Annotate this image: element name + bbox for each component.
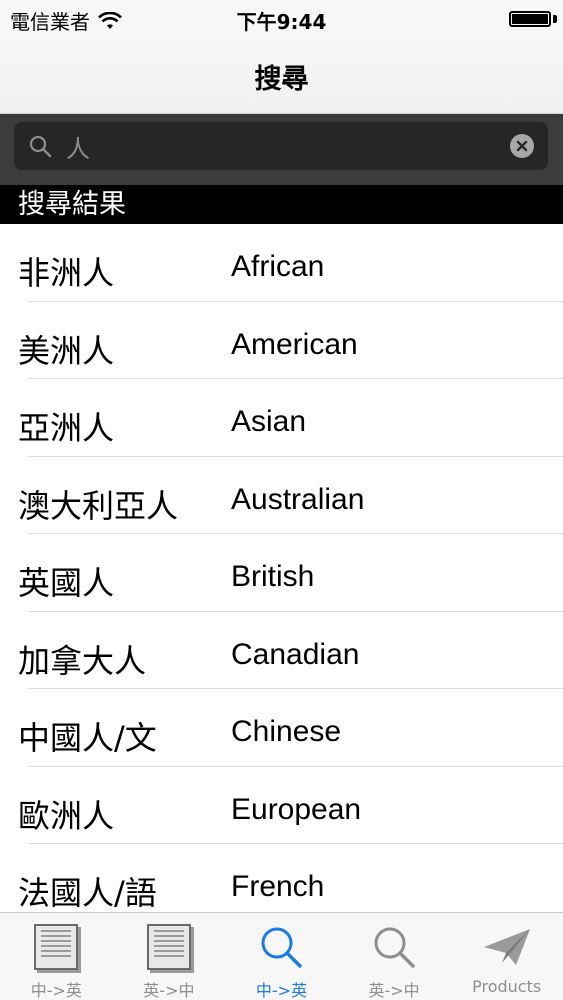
row-english: French xyxy=(231,870,325,903)
tab-label: 中->英 xyxy=(255,981,308,1000)
search-field[interactable] xyxy=(14,122,548,170)
tab-products[interactable]: Products xyxy=(450,913,563,1000)
row-english: Canadian xyxy=(231,637,360,671)
status-bar: 電信業者 下午9:44 xyxy=(0,0,563,40)
tab-label: Products xyxy=(472,977,542,996)
table-row[interactable]: 澳大利亞人 Australian xyxy=(0,457,563,535)
row-english: Asian xyxy=(231,405,307,438)
status-time: 下午9:44 xyxy=(236,10,327,34)
tab-en-zh-search[interactable]: 英->中 xyxy=(338,913,451,1000)
close-icon xyxy=(516,140,528,152)
search-icon xyxy=(29,135,52,158)
row-english: American xyxy=(231,327,358,361)
table-row[interactable]: 非洲人 African xyxy=(0,224,563,302)
table-row[interactable]: 亞洲人 Asian xyxy=(0,379,563,457)
table-row[interactable]: 中國人/文 Chinese xyxy=(0,689,563,767)
section-header: 搜尋結果 xyxy=(0,185,563,224)
results-list: 非洲人 African 美洲人 American 亞洲人 Asian 澳大利亞人… xyxy=(0,224,563,912)
navigation-bar: 搜尋 xyxy=(0,40,563,114)
search-icon xyxy=(255,923,307,971)
row-english: Australian xyxy=(231,482,365,516)
search-bar xyxy=(0,114,563,185)
row-english: British xyxy=(231,560,315,593)
tab-label: 中->英 xyxy=(30,981,82,1000)
tab-zh-en-search[interactable]: 中->英 xyxy=(225,913,338,1000)
tab-label: 英->中 xyxy=(143,981,195,1000)
book-icon xyxy=(143,923,195,971)
row-english: European xyxy=(231,792,362,826)
search-icon xyxy=(368,923,420,971)
table-row[interactable]: 英國人 British xyxy=(0,534,563,612)
book-icon xyxy=(30,923,82,971)
table-row[interactable]: 歐洲人 European xyxy=(0,767,563,845)
row-english: Chinese xyxy=(231,715,342,748)
tab-label: 英->中 xyxy=(368,981,420,1000)
row-chinese: 澳大利亞人 xyxy=(18,486,179,525)
row-chinese: 美洲人 xyxy=(18,331,115,370)
table-row[interactable]: 美洲人 American xyxy=(0,302,563,380)
row-chinese: 亞洲人 xyxy=(18,409,115,447)
search-input[interactable] xyxy=(66,128,496,164)
row-chinese: 非洲人 xyxy=(18,254,115,292)
row-chinese: 中國人/文 xyxy=(18,719,157,757)
tab-en-zh-dictionary[interactable]: 英->中 xyxy=(113,913,226,1000)
paper-plane-icon xyxy=(481,923,533,971)
battery-icon xyxy=(509,11,551,27)
page-title: 搜尋 xyxy=(254,64,309,95)
clear-search-button[interactable] xyxy=(510,134,534,158)
tab-zh-en-dictionary[interactable]: 中->英 xyxy=(0,913,113,1000)
tab-bar: 中->英 英->中 中->英 英->中 Products xyxy=(0,912,563,1000)
table-row[interactable]: 加拿大人 Canadian xyxy=(0,612,563,690)
row-chinese: 歐洲人 xyxy=(18,796,115,835)
table-row[interactable]: 法國人/語 French xyxy=(0,844,563,912)
row-chinese: 法國人/語 xyxy=(18,874,157,912)
row-chinese: 加拿大人 xyxy=(18,641,147,680)
battery-cap xyxy=(553,15,557,23)
row-chinese: 英國人 xyxy=(18,564,115,602)
row-english: African xyxy=(231,250,325,283)
